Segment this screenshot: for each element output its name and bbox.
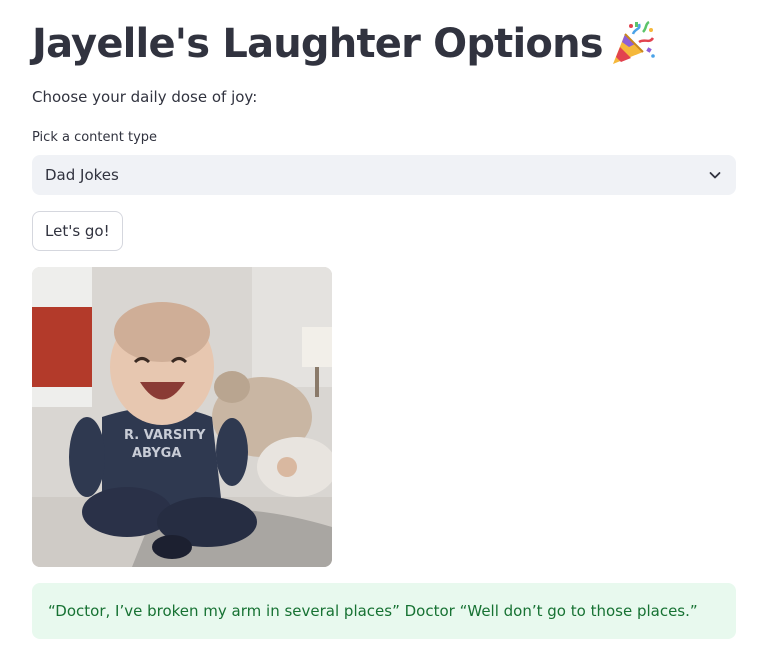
joke-result-alert: “Doctor, I’ve broken my arm in several p… xyxy=(32,583,736,639)
shirt-text-line2: ABYGA xyxy=(132,446,181,461)
content-type-select[interactable]: Dad Jokes xyxy=(32,155,736,195)
intro-text: Choose your daily dose of joy: xyxy=(32,88,258,106)
chevron-down-icon xyxy=(707,167,723,183)
page-title: Jayelle's Laughter Options xyxy=(32,21,604,67)
joke-text: “Doctor, I’ve broken my arm in several p… xyxy=(48,602,698,620)
page-header: Jayelle's Laughter Options xyxy=(32,16,657,72)
lets-go-button[interactable]: Let's go! xyxy=(32,211,123,251)
content-type-selected-value: Dad Jokes xyxy=(45,166,119,184)
party-popper-icon xyxy=(609,20,657,68)
content-type-label: Pick a content type xyxy=(32,130,158,145)
laughing-baby-image: R. VARSITY ABYGA xyxy=(32,267,332,567)
shirt-text-line1: R. VARSITY xyxy=(124,428,206,443)
